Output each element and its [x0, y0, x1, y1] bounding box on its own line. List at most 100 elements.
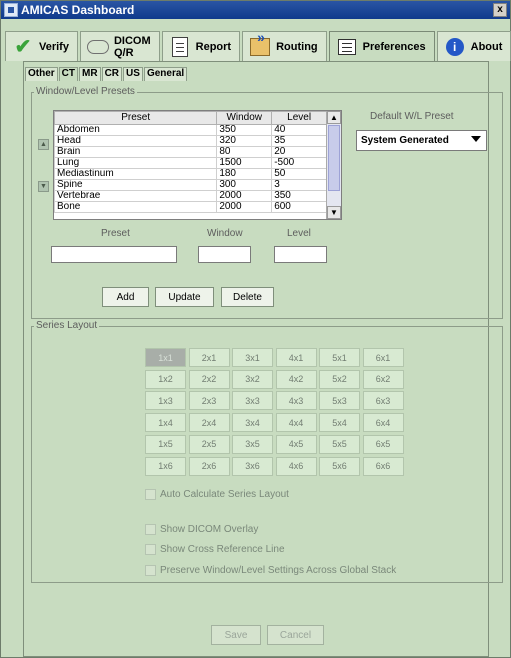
layout-cell[interactable]: 5x1	[319, 348, 360, 367]
level-input[interactable]	[274, 246, 327, 263]
layout-cell[interactable]: 2x5	[188, 434, 230, 454]
subtab-ct[interactable]: CT	[58, 67, 79, 81]
subtab-cr[interactable]: CR	[101, 67, 123, 81]
tab-about[interactable]: i About	[436, 31, 511, 61]
table-scrollbar[interactable]: ▲ ▼	[326, 111, 341, 219]
tab-routing[interactable]: Routing	[242, 29, 327, 61]
default-preset-dropdown[interactable]: System Generated	[356, 130, 487, 151]
layout-cell[interactable]: 6x4	[362, 413, 404, 433]
tab-report[interactable]: Report	[161, 31, 241, 61]
show-dicom-overlay-option[interactable]: Show DICOM Overlay	[145, 524, 258, 535]
layout-cell[interactable]: 3x3	[232, 391, 273, 411]
cell-window: 1500	[216, 157, 273, 169]
table-row[interactable]: Abdomen 350 40	[53, 124, 327, 136]
layout-cell[interactable]: 1x4	[145, 413, 186, 433]
auto-calculate-option[interactable]: Auto Calculate Series Layout	[145, 489, 289, 500]
layout-cell[interactable]: 5x5	[319, 434, 360, 454]
subtab-other[interactable]: Other	[25, 67, 58, 81]
layout-cell[interactable]: 2x4	[188, 413, 230, 433]
column-header-window[interactable]: Window	[216, 111, 273, 125]
layout-cell[interactable]: 5x4	[319, 413, 360, 433]
table-row[interactable]: Vertebrae 2000 350	[53, 190, 327, 202]
move-down-icon[interactable]: ▼	[38, 181, 49, 192]
subtab-general[interactable]: General	[143, 67, 188, 81]
window-label: Window	[207, 228, 243, 239]
layout-cell[interactable]: 3x5	[232, 434, 273, 454]
layout-cell[interactable]: 2x1	[188, 348, 230, 367]
table-row[interactable]: Head 320 35	[53, 135, 327, 147]
cell-level: 20	[271, 146, 327, 158]
table-row[interactable]: Brain 80 20	[53, 146, 327, 158]
layout-cell[interactable]: 6x6	[362, 456, 404, 476]
auto-calculate-label: Auto Calculate Series Layout	[160, 489, 289, 500]
preset-input[interactable]	[51, 246, 177, 263]
layout-cell[interactable]: 2x3	[188, 391, 230, 411]
close-button[interactable]: x	[493, 3, 507, 17]
tab-preferences[interactable]: Preferences	[328, 31, 435, 61]
layout-cell[interactable]: 4x5	[275, 434, 317, 454]
preserve-wl-option[interactable]: Preserve Window/Level Settings Across Gl…	[145, 565, 396, 576]
save-button[interactable]: Save	[211, 625, 261, 645]
subtab-mr[interactable]: MR	[79, 67, 101, 81]
delete-button[interactable]: Delete	[221, 287, 274, 307]
layout-cell[interactable]: 1x6	[145, 456, 186, 476]
cell-level: 35	[271, 135, 327, 147]
layout-cell[interactable]: 5x3	[319, 391, 360, 411]
tab-label: DICOM Q/R	[113, 34, 151, 59]
cell-window: 180	[216, 168, 273, 180]
layout-cell[interactable]: 2x2	[188, 369, 230, 389]
column-header-preset[interactable]: Preset	[53, 111, 218, 125]
scroll-thumb[interactable]	[328, 125, 340, 191]
cell-preset: Vertebrae	[53, 190, 218, 202]
layout-cell[interactable]: 6x3	[362, 391, 404, 411]
table-row[interactable]: Spine 300 3	[53, 179, 327, 191]
preferences-icon	[337, 38, 356, 55]
window-input[interactable]	[198, 246, 251, 263]
show-dicom-overlay-label: Show DICOM Overlay	[160, 524, 259, 535]
layout-cell[interactable]: 2x6	[188, 456, 230, 476]
layout-cell[interactable]: 1x5	[145, 434, 186, 454]
cell-window: 320	[216, 135, 273, 147]
table-row[interactable]: Lung 1500 -500	[53, 157, 327, 169]
subtab-us[interactable]: US	[123, 67, 143, 81]
table-row[interactable]: Mediastinum 180 50	[53, 168, 327, 180]
show-cross-reference-label: Show Cross Reference Line	[160, 544, 285, 555]
scroll-up-icon[interactable]: ▲	[327, 111, 341, 124]
layout-cell[interactable]: 6x1	[362, 348, 404, 367]
layout-cell[interactable]: 5x2	[319, 369, 360, 389]
show-cross-reference-checkbox[interactable]	[145, 544, 156, 555]
layout-cell[interactable]: 3x1	[232, 348, 273, 367]
column-header-level[interactable]: Level	[271, 111, 327, 125]
layout-cell[interactable]: 4x3	[275, 391, 317, 411]
preserve-wl-label: Preserve Window/Level Settings Across Gl…	[160, 565, 397, 576]
layout-cell[interactable]: 1x3	[145, 391, 186, 411]
show-cross-reference-option[interactable]: Show Cross Reference Line	[145, 544, 285, 555]
presets-table: Preset Window Level Abdomen 350 40 Head 320…	[53, 110, 342, 220]
cancel-button[interactable]: Cancel	[267, 625, 324, 645]
scroll-down-icon[interactable]: ▼	[327, 206, 341, 219]
layout-cell[interactable]: 6x5	[362, 434, 404, 454]
layout-cell[interactable]: 3x2	[232, 369, 273, 389]
layout-cell[interactable]: 4x1	[275, 348, 317, 367]
tab-dicom-qr[interactable]: DICOM Q/R	[79, 31, 160, 61]
layout-cell[interactable]: 5x6	[319, 456, 360, 476]
cell-preset: Head	[53, 135, 218, 147]
layout-cell[interactable]: 4x4	[275, 413, 317, 433]
layout-cell[interactable]: 1x2	[145, 369, 186, 389]
table-row[interactable]: Bone 2000 600	[53, 201, 327, 213]
tab-label: About	[470, 40, 503, 53]
show-dicom-overlay-checkbox[interactable]	[145, 524, 156, 535]
layout-cell[interactable]: 4x6	[275, 456, 317, 476]
preserve-wl-checkbox[interactable]	[145, 565, 156, 576]
tab-verify[interactable]: ✔ Verify	[5, 31, 78, 61]
layout-cell[interactable]: 4x2	[275, 369, 317, 389]
cell-preset: Lung	[53, 157, 218, 169]
layout-cell[interactable]: 1x1	[145, 348, 186, 367]
layout-cell[interactable]: 3x6	[232, 456, 273, 476]
auto-calculate-checkbox[interactable]	[145, 489, 156, 500]
update-button[interactable]: Update	[155, 287, 214, 307]
layout-cell[interactable]: 3x4	[232, 413, 273, 433]
layout-cell[interactable]: 6x2	[362, 369, 404, 389]
move-up-icon[interactable]: ▲	[38, 139, 49, 150]
add-button[interactable]: Add	[102, 287, 149, 307]
